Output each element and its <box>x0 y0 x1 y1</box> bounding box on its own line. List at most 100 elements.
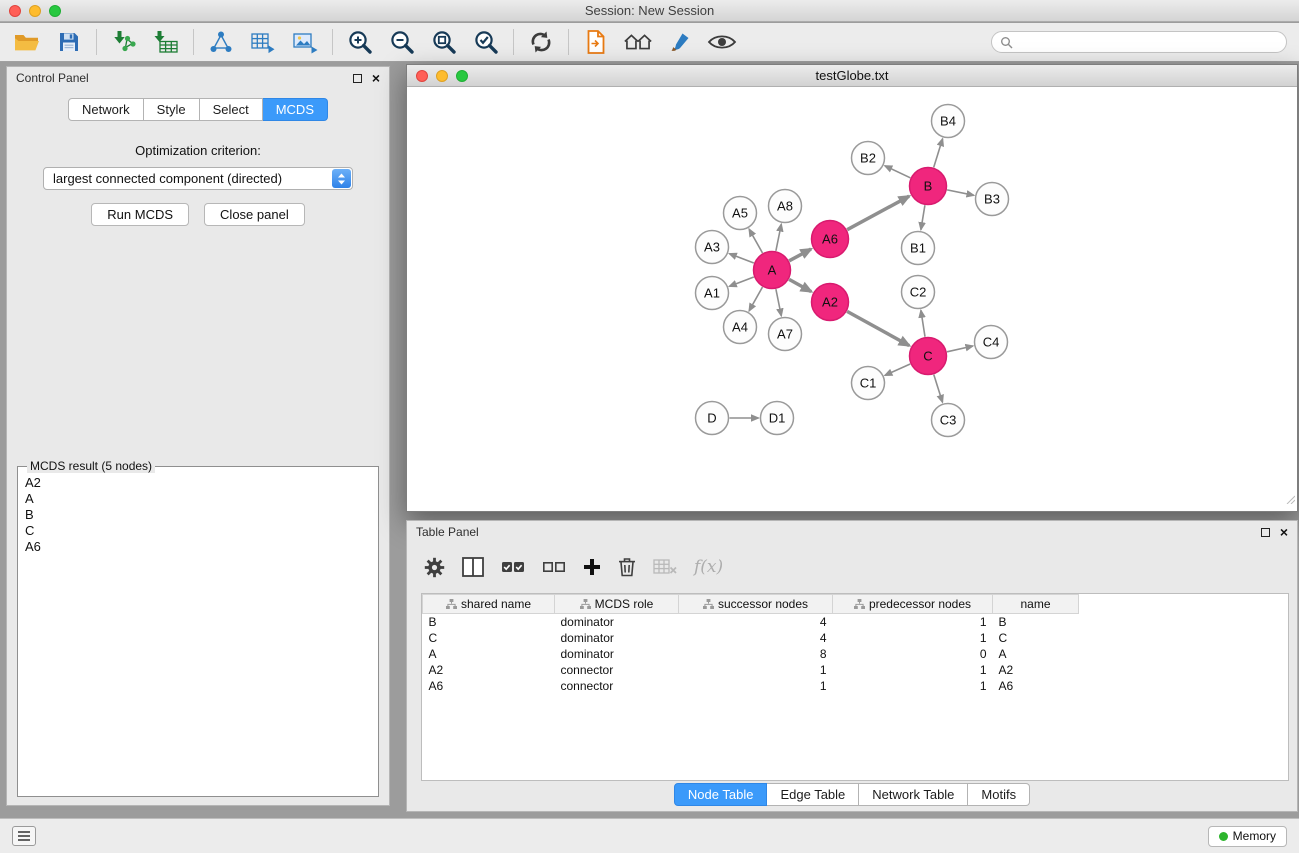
node-B[interactable]: B <box>910 168 947 205</box>
node-B4[interactable]: B4 <box>932 105 965 138</box>
table-cell[interactable]: C <box>993 630 1079 646</box>
mcds-result-item[interactable]: B <box>25 507 373 523</box>
node-A1[interactable]: A1 <box>696 277 729 310</box>
float-table-panel-icon[interactable] <box>1261 528 1270 537</box>
zoom-window-button[interactable] <box>49 5 61 17</box>
select-all-icon[interactable] <box>501 560 525 574</box>
table-row[interactable]: Bdominator41B <box>423 614 1079 630</box>
minimize-window-button[interactable] <box>29 5 41 17</box>
table-cell[interactable]: B <box>993 614 1079 630</box>
resize-handle-icon[interactable] <box>1285 491 1295 509</box>
mcds-result-item[interactable]: A2 <box>25 475 373 491</box>
tab-network-table[interactable]: Network Table <box>859 783 968 806</box>
table-cell[interactable]: 1 <box>679 662 833 678</box>
table-cell[interactable]: 1 <box>833 678 993 694</box>
export-table-icon[interactable] <box>248 26 278 58</box>
network-window-titlebar[interactable]: testGlobe.txt <box>407 65 1297 87</box>
edge-A-A4[interactable] <box>749 287 762 311</box>
node-D1[interactable]: D1 <box>761 402 794 435</box>
zoom-out-icon[interactable] <box>387 26 417 58</box>
mcds-result-item[interactable]: A6 <box>25 539 373 555</box>
run-mcds-button[interactable]: Run MCDS <box>91 203 189 226</box>
edge-A-A7[interactable] <box>776 289 781 316</box>
node-A2[interactable]: A2 <box>812 284 849 321</box>
settings-gear-icon[interactable] <box>424 557 445 578</box>
import-table-icon[interactable] <box>151 26 181 58</box>
table-row[interactable]: A6connector11A6 <box>423 678 1079 694</box>
table-cell[interactable]: 0 <box>833 646 993 662</box>
table-cell[interactable]: A6 <box>993 678 1079 694</box>
clone-network-icon[interactable] <box>206 26 236 58</box>
panel-list-button[interactable] <box>12 826 36 846</box>
column-header-predecessor-nodes[interactable]: predecessor nodes <box>833 595 993 614</box>
node-B2[interactable]: B2 <box>852 142 885 175</box>
column-header-mcds-role[interactable]: MCDS role <box>555 595 679 614</box>
titlebar[interactable]: Session: New Session <box>0 0 1299 22</box>
import-network-icon[interactable] <box>109 26 139 58</box>
table-cell[interactable]: A <box>993 646 1079 662</box>
table-cell[interactable]: 4 <box>679 614 833 630</box>
edge-A-A3[interactable] <box>729 254 754 263</box>
memory-button[interactable]: Memory <box>1208 826 1287 847</box>
column-header-name[interactable]: name <box>993 595 1079 614</box>
table-cell[interactable]: 8 <box>679 646 833 662</box>
table-cell[interactable]: A6 <box>423 678 555 694</box>
node-C1[interactable]: C1 <box>852 367 885 400</box>
node-B3[interactable]: B3 <box>976 183 1009 216</box>
network-zoom-button[interactable] <box>456 70 468 82</box>
houses-icon[interactable] <box>623 26 653 58</box>
node-B1[interactable]: B1 <box>902 232 935 265</box>
edge-A-A5[interactable] <box>749 229 762 253</box>
mcds-result-list[interactable]: A2ABCA6 <box>23 475 373 555</box>
table-cell[interactable]: 1 <box>679 678 833 694</box>
table-row[interactable]: Cdominator41C <box>423 630 1079 646</box>
node-A7[interactable]: A7 <box>769 318 802 351</box>
edge-A6-B[interactable] <box>847 196 909 230</box>
network-canvas[interactable]: B4B2BB3A5A8A6B1A3AA1C2A2A4A7C4CC1C3DD1 <box>407 87 1297 511</box>
edge-A-A6[interactable] <box>789 249 811 261</box>
export-image-icon[interactable] <box>290 26 320 58</box>
edge-B-B3[interactable] <box>947 190 974 195</box>
table-row[interactable]: A2connector11A2 <box>423 662 1079 678</box>
close-table-panel-icon[interactable]: × <box>1280 527 1288 537</box>
edge-A2-C[interactable] <box>847 311 909 345</box>
table-cell[interactable]: 1 <box>833 614 993 630</box>
table-cell[interactable]: 1 <box>833 630 993 646</box>
table-cell[interactable]: dominator <box>555 614 679 630</box>
edge-B-B2[interactable] <box>885 166 911 178</box>
document-icon[interactable] <box>581 26 611 58</box>
search-box[interactable] <box>991 31 1287 53</box>
edge-C-C1[interactable] <box>885 364 910 375</box>
edge-B-B4[interactable] <box>934 139 943 168</box>
zoom-fit-icon[interactable] <box>429 26 459 58</box>
edge-C-C4[interactable] <box>947 346 973 352</box>
edge-A-A2[interactable] <box>789 279 811 291</box>
node-A5[interactable]: A5 <box>724 197 757 230</box>
refresh-icon[interactable] <box>526 26 556 58</box>
mcds-result-item[interactable]: A <box>25 491 373 507</box>
table-cell[interactable]: 1 <box>833 662 993 678</box>
close-panel-icon[interactable]: × <box>372 73 380 83</box>
style-brush-icon[interactable] <box>665 26 695 58</box>
table-cell[interactable]: dominator <box>555 646 679 662</box>
table-cell[interactable]: A2 <box>423 662 555 678</box>
network-minimize-button[interactable] <box>436 70 448 82</box>
node-A8[interactable]: A8 <box>769 190 802 223</box>
add-row-icon[interactable] <box>583 558 601 576</box>
table-cell[interactable]: A2 <box>993 662 1079 678</box>
node-C4[interactable]: C4 <box>975 326 1008 359</box>
search-input[interactable] <box>1018 35 1278 49</box>
node-D[interactable]: D <box>696 402 729 435</box>
tab-node-table[interactable]: Node Table <box>674 783 768 806</box>
close-window-button[interactable] <box>9 5 21 17</box>
table-cell[interactable]: C <box>423 630 555 646</box>
node-A4[interactable]: A4 <box>724 311 757 344</box>
node-A6[interactable]: A6 <box>812 221 849 258</box>
mcds-result-item[interactable]: C <box>25 523 373 539</box>
column-header-successor-nodes[interactable]: successor nodes <box>679 595 833 614</box>
function-icon[interactable]: f(x) <box>694 557 723 577</box>
tab-mcds[interactable]: MCDS <box>263 98 328 121</box>
tab-motifs[interactable]: Motifs <box>968 783 1030 806</box>
table-cell[interactable]: connector <box>555 678 679 694</box>
column-header-shared-name[interactable]: shared name <box>423 595 555 614</box>
